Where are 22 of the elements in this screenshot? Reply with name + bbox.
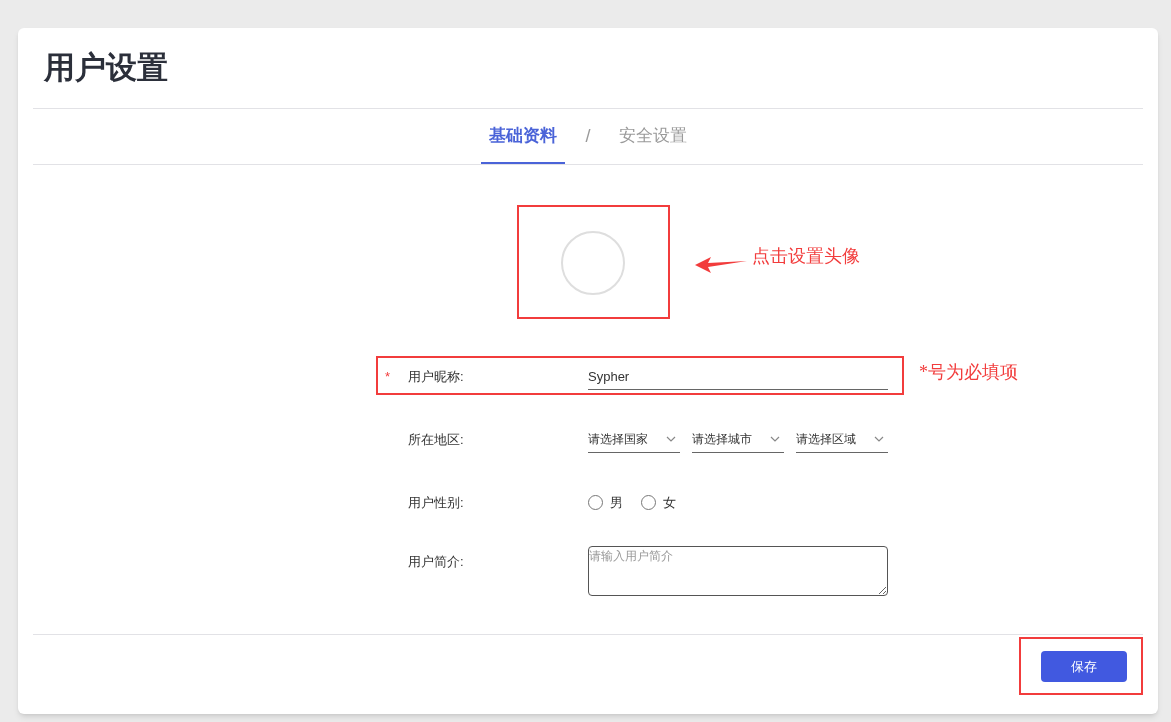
chevron-down-icon xyxy=(666,436,676,442)
select-field[interactable]: 请选择区域 xyxy=(796,426,888,453)
annotation-text: *号为必填项 xyxy=(919,361,1018,384)
select-field[interactable]: 请选择国家 xyxy=(588,426,680,453)
chevron-down-icon xyxy=(770,436,780,442)
required-mark: * xyxy=(383,367,390,386)
field-label: 用户昵称: xyxy=(408,367,464,386)
chevron-down-icon xyxy=(874,436,884,442)
field-label: 用户简介: xyxy=(408,553,464,571)
save-button[interactable]: 保存 xyxy=(1041,651,1127,682)
field-label: 用户性别: xyxy=(408,493,464,512)
annotation-text: 点击设置头像 xyxy=(752,245,860,268)
select-field[interactable]: 请选择城市 xyxy=(692,426,784,453)
input-field[interactable]: Sypher xyxy=(588,363,888,390)
tab-separator: / xyxy=(584,125,592,148)
radio-label: 男 xyxy=(610,493,623,512)
radio-label: 女 xyxy=(663,493,676,512)
field-label: 所在地区: xyxy=(408,430,464,449)
input-field[interactable]: 请输入用户简介 xyxy=(588,546,888,596)
arrow-icon xyxy=(695,257,747,273)
page-title: 用户设置 xyxy=(44,48,168,87)
tab[interactable]: 基础资料 xyxy=(481,109,566,164)
